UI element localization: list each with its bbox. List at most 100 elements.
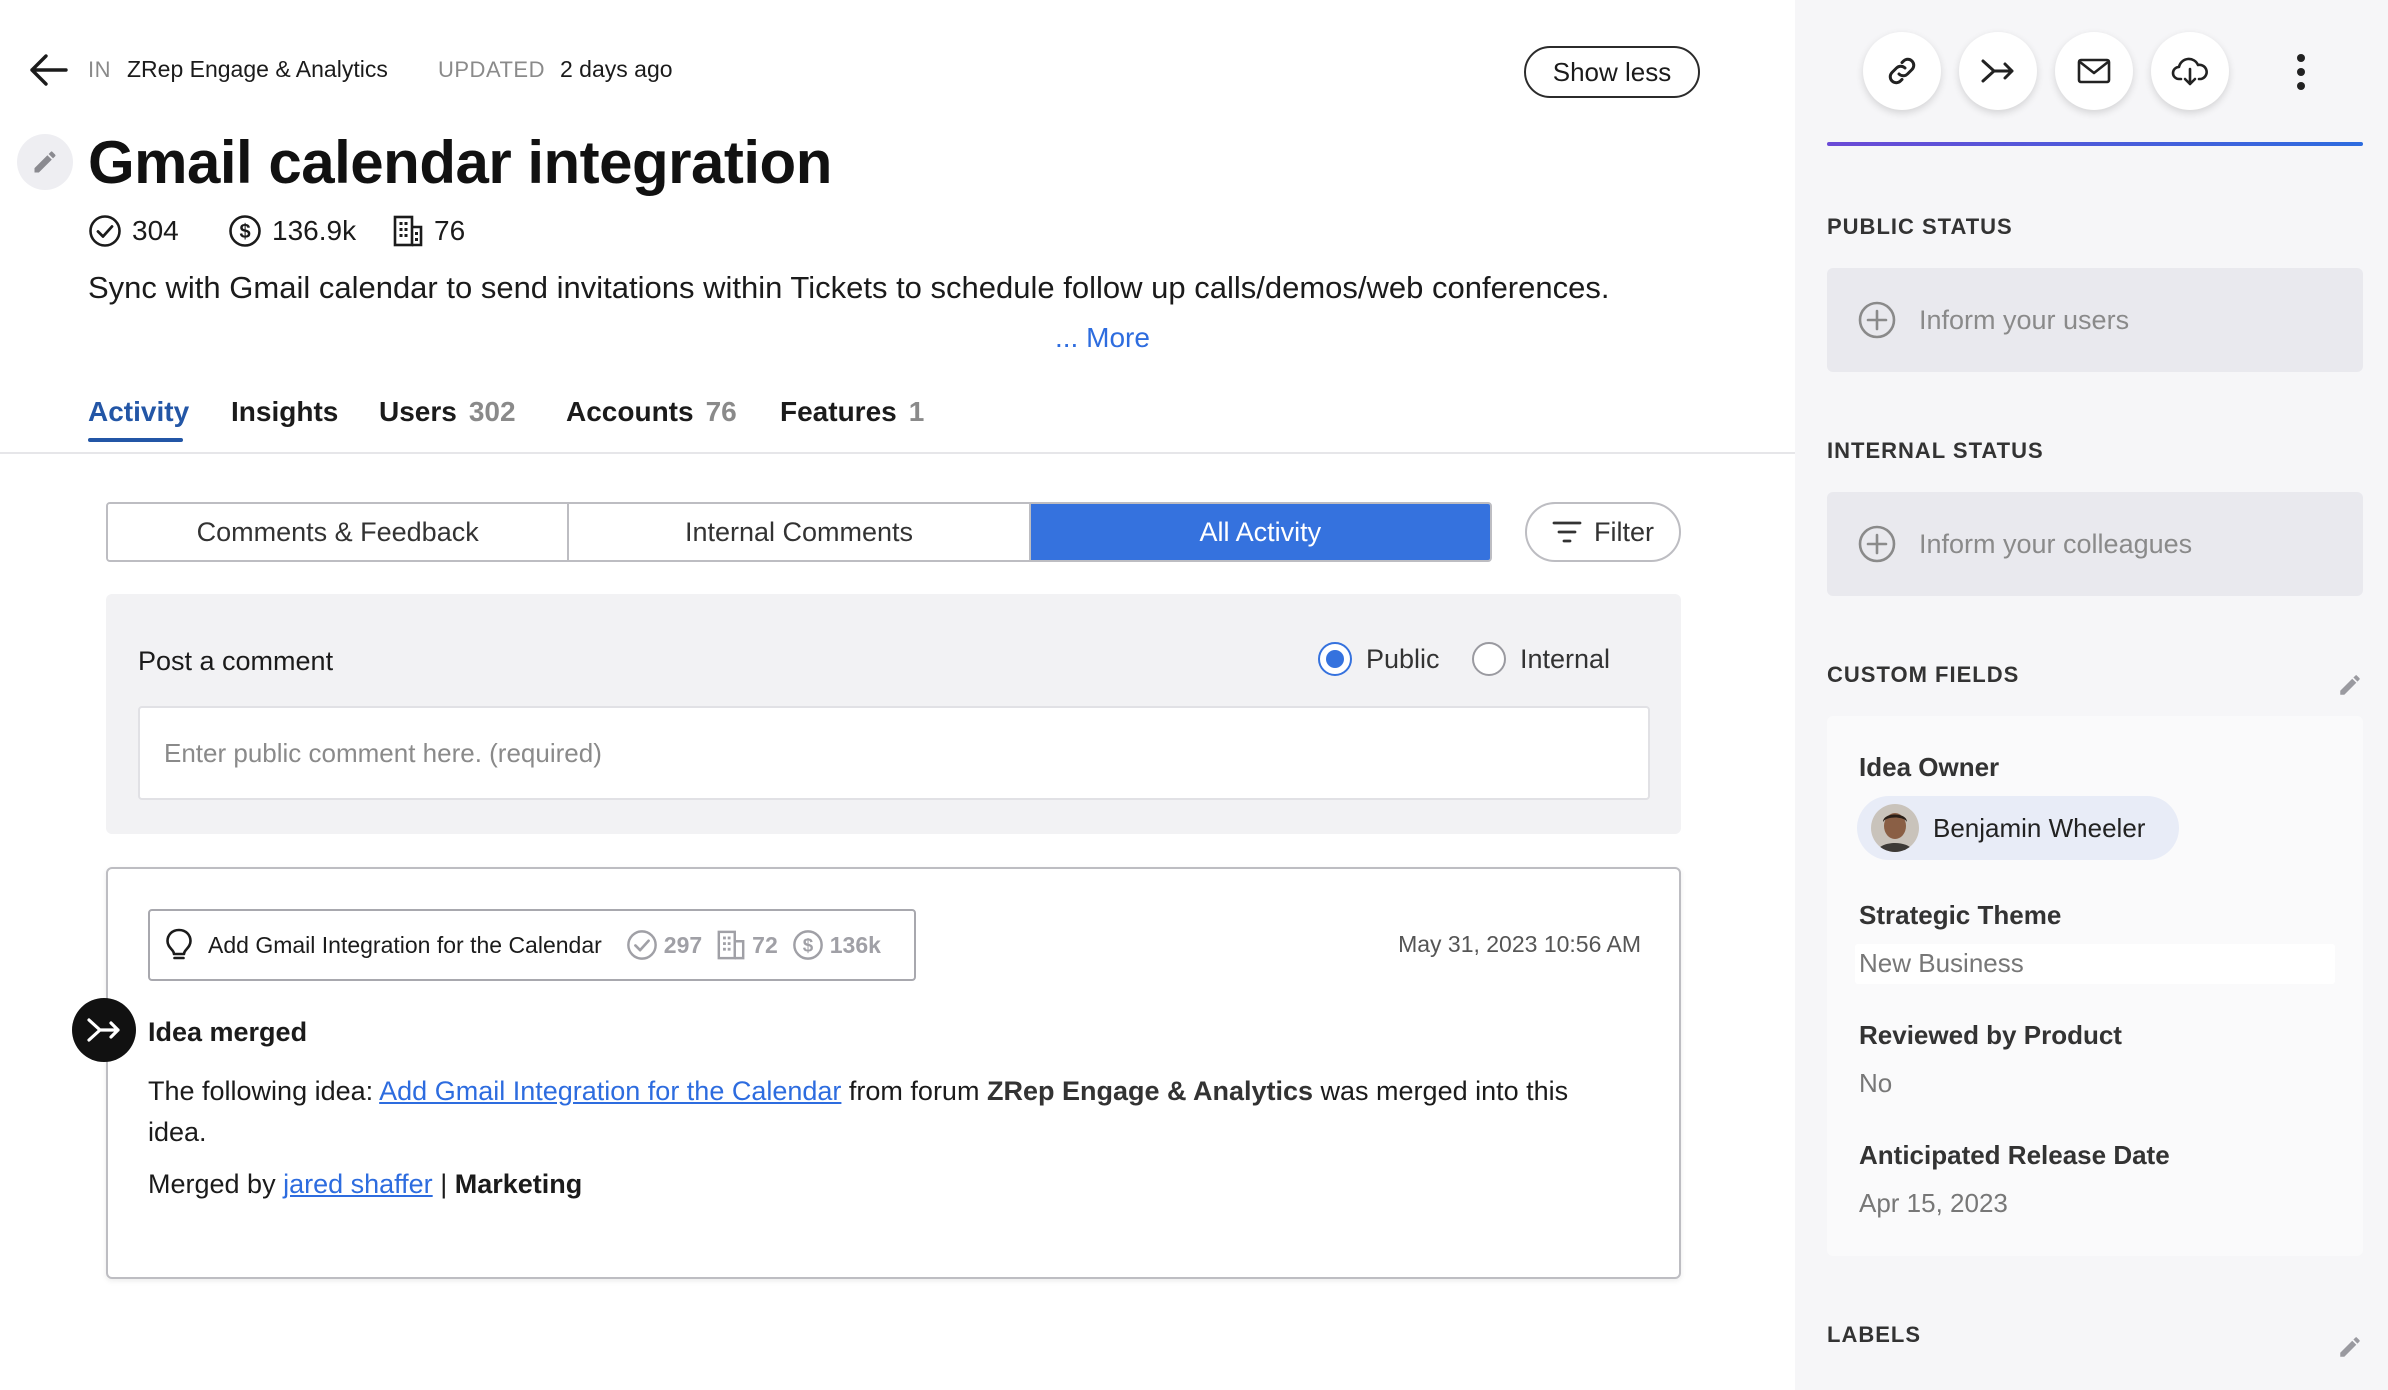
merged-by-team: Marketing — [454, 1169, 583, 1199]
field-label-anticipated-release-date: Anticipated Release Date — [1859, 1140, 2170, 1170]
avatar — [1871, 804, 1919, 852]
field-label-reviewed-by-product: Reviewed by Product — [1859, 1020, 2122, 1050]
idea-title: Gmail calendar integration — [88, 129, 832, 196]
check-circle-icon — [626, 930, 657, 960]
link-icon — [1888, 57, 1916, 85]
public-status-label: PUBLIC STATUS — [1827, 214, 2013, 239]
activity-body: The following idea: Add Gmail Integratio… — [148, 1071, 1628, 1153]
tab-users[interactable]: Users 302 — [379, 396, 516, 428]
filter-icon — [1552, 521, 1582, 543]
idea-owner-pill[interactable]: Benjamin Wheeler — [1857, 796, 2179, 860]
public-status-box[interactable]: Inform your users — [1827, 268, 2363, 372]
chip-accounts: 72 — [716, 928, 778, 962]
field-label-strategic-theme: Strategic Theme — [1859, 900, 2062, 930]
chip-value-amount: 136k — [829, 931, 881, 958]
edit-title-button[interactable] — [17, 134, 73, 190]
chip-idea-title: Add Gmail Integration for the Calendar — [208, 931, 602, 958]
check-circle-icon — [89, 215, 121, 247]
votes-stat: 304 — [88, 214, 179, 248]
filter-label: Filter — [1594, 516, 1654, 547]
post-comment-label: Post a comment — [138, 646, 334, 676]
activity-date: May 31, 2023 10:56 AM — [1398, 931, 1641, 957]
tab-count: 302 — [468, 396, 516, 427]
comment-input[interactable] — [138, 706, 1650, 800]
activity-filter-segmented: Comments & Feedback Internal Comments Al… — [106, 502, 1492, 562]
visibility-internal-radio[interactable]: Internal — [1472, 642, 1610, 676]
tab-insights[interactable]: Insights — [231, 396, 338, 428]
updated-label: UPDATED — [438, 57, 545, 82]
labels-label: LABELS — [1827, 1322, 1921, 1347]
radio-label: Public — [1366, 643, 1440, 674]
merged-by-user-link[interactable]: jared shaffer — [283, 1169, 433, 1199]
radio-label: Internal — [1520, 643, 1611, 674]
idea-owner-name: Benjamin Wheeler — [1933, 812, 2146, 843]
back-arrow-icon — [30, 54, 68, 86]
copy-link-button[interactable] — [1863, 32, 1941, 110]
activity-item-card: Add Gmail Integration for the Calendar 2… — [72, 867, 1681, 1279]
visibility-public-radio[interactable]: Public — [1318, 642, 1440, 676]
accounts-count: 76 — [434, 215, 466, 246]
edit-labels-button[interactable] — [2337, 1334, 2367, 1364]
radio-circle — [1472, 642, 1506, 676]
segment-all-activity[interactable]: All Activity — [1030, 504, 1490, 560]
body-prefix: The following idea: — [148, 1076, 380, 1106]
main-content: IN ZRep Engage & Analytics UPDATED 2 day… — [0, 0, 1795, 1390]
tab-label: Users — [379, 396, 457, 427]
field-value-anticipated-release-date[interactable]: Apr 15, 2023 — [1859, 1188, 2008, 1219]
votes-count: 304 — [132, 215, 179, 246]
cloud-download-icon — [2171, 57, 2208, 86]
activity-type: Idea merged — [148, 1017, 308, 1047]
post-comment-panel: Post a comment Public Internal — [106, 594, 1681, 834]
active-tab-indicator — [88, 438, 183, 442]
tab-label: Activity — [88, 396, 190, 427]
tab-label: Features — [780, 396, 897, 427]
more-options-button[interactable] — [2281, 44, 2321, 100]
merged-by-separator: | — [432, 1169, 455, 1199]
tab-count: 1 — [908, 396, 925, 427]
pencil-icon — [2340, 675, 2360, 695]
chip-votes-count: 297 — [663, 931, 703, 958]
accounts-stat: 76 — [392, 214, 465, 248]
plus-circle-icon — [1858, 525, 1896, 563]
tab-count: 76 — [705, 396, 737, 427]
tab-activity[interactable]: Activity — [88, 396, 189, 428]
tab-features[interactable]: Features 1 — [780, 396, 924, 428]
forum-name[interactable]: ZRep Engage & Analytics — [127, 56, 388, 83]
field-value-reviewed-by-product[interactable]: No — [1859, 1068, 1892, 1099]
merged-by: Merged by jared shaffer | Marketing — [148, 1169, 582, 1200]
export-button[interactable] — [2151, 32, 2229, 110]
lightbulb-icon — [166, 928, 192, 960]
more-link[interactable]: ... More — [1055, 322, 1150, 354]
custom-fields-card: Idea Owner Benjamin Wheeler Strategic Th… — [1827, 716, 2363, 1256]
details-sidebar: PUBLIC STATUS Inform your users INTERNAL… — [1795, 0, 2388, 1390]
show-less-button[interactable]: Show less — [1524, 46, 1700, 98]
value-amount: 136.9k — [272, 215, 357, 246]
svg-text:$: $ — [803, 935, 814, 956]
field-value-strategic-theme: New Business — [1859, 948, 2024, 978]
chip-accounts-count: 72 — [752, 931, 778, 958]
merged-idea-chip[interactable]: Add Gmail Integration for the Calendar 2… — [148, 909, 916, 981]
merge-icon — [87, 1018, 120, 1042]
merge-button[interactable] — [1959, 32, 2037, 110]
back-button[interactable] — [26, 50, 70, 90]
email-button[interactable] — [2055, 32, 2133, 110]
filter-button[interactable]: Filter — [1525, 502, 1681, 562]
building-icon — [393, 215, 423, 247]
merged-idea-link[interactable]: Add Gmail Integration for the Calendar — [379, 1076, 841, 1106]
segment-comments-feedback[interactable]: Comments & Feedback — [108, 504, 570, 560]
pencil-icon — [34, 151, 56, 173]
edit-custom-fields-button[interactable] — [2337, 672, 2367, 702]
custom-fields-label: CUSTOM FIELDS — [1827, 662, 2020, 687]
radio-circle — [1318, 642, 1352, 676]
plus-circle-icon — [1858, 301, 1896, 339]
building-icon — [717, 930, 745, 960]
body-mid: from forum — [841, 1076, 987, 1106]
segment-internal-comments[interactable]: Internal Comments — [569, 504, 1031, 560]
svg-text:$: $ — [239, 221, 250, 243]
idea-description: Sync with Gmail calendar to send invitat… — [88, 270, 1610, 305]
chip-votes: 297 — [626, 929, 702, 961]
tab-accounts[interactable]: Accounts 76 — [566, 396, 737, 428]
internal-status-box[interactable]: Inform your colleagues — [1827, 492, 2363, 596]
merge-badge — [72, 998, 136, 1062]
public-status-action: Inform your users — [1919, 304, 2130, 335]
